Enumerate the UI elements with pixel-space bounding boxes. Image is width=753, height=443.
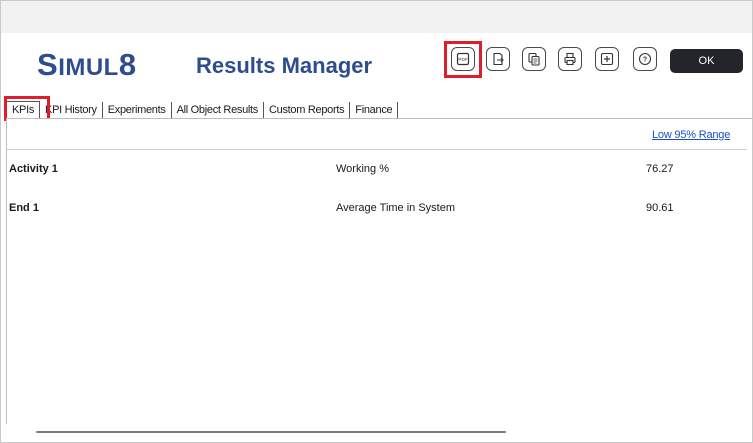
svg-text:?: ?: [643, 57, 647, 64]
plus-icon: [600, 52, 614, 66]
results-manager-window: SIMUL8 Results Manager PDF ? OK KPIs KPI…: [0, 0, 753, 443]
pdf-icon: PDF: [456, 52, 470, 66]
svg-text:PDF: PDF: [458, 57, 467, 62]
simul8-logo: SIMUL8: [37, 47, 137, 82]
title-bar[interactable]: [1, 1, 752, 33]
header: SIMUL8 Results Manager PDF ? OK: [1, 33, 752, 95]
export-button[interactable]: [486, 47, 510, 71]
low-95-range-link[interactable]: Low 95% Range: [652, 129, 730, 141]
app-title: Results Manager: [196, 53, 373, 78]
tab-all-object-results[interactable]: All Object Results: [172, 102, 265, 119]
results-tabs: KPIs KPI History Experiments All Object …: [6, 97, 399, 119]
table-row[interactable]: End 1 Average Time in System 90.61: [1, 202, 752, 218]
print-button[interactable]: [558, 47, 582, 71]
copy-icon: [528, 52, 540, 66]
tab-custom-reports[interactable]: Custom Reports: [264, 102, 351, 119]
tab-finance[interactable]: Finance: [350, 102, 399, 119]
help-icon: ?: [638, 52, 652, 66]
tab-experiments[interactable]: Experiments: [103, 102, 172, 119]
export-icon: [493, 52, 504, 66]
horizontal-scrollbar[interactable]: [8, 430, 746, 436]
scrollbar-thumb[interactable]: [36, 431, 506, 433]
object-name: End 1: [9, 202, 39, 214]
print-icon: [564, 52, 576, 66]
help-button[interactable]: ?: [633, 47, 657, 71]
table-row[interactable]: Activity 1 Working % 76.27: [1, 163, 752, 179]
add-button[interactable]: [595, 47, 619, 71]
pdf-button[interactable]: PDF: [451, 47, 475, 71]
object-name: Activity 1: [9, 163, 58, 175]
ok-button[interactable]: OK: [670, 49, 743, 73]
kpi-value: 76.27: [646, 163, 674, 175]
kpi-name: Working %: [336, 163, 389, 175]
kpi-value: 90.61: [646, 202, 674, 214]
kpi-name: Average Time in System: [336, 202, 456, 214]
header-separator: [6, 149, 747, 150]
copy-button[interactable]: [522, 47, 546, 71]
